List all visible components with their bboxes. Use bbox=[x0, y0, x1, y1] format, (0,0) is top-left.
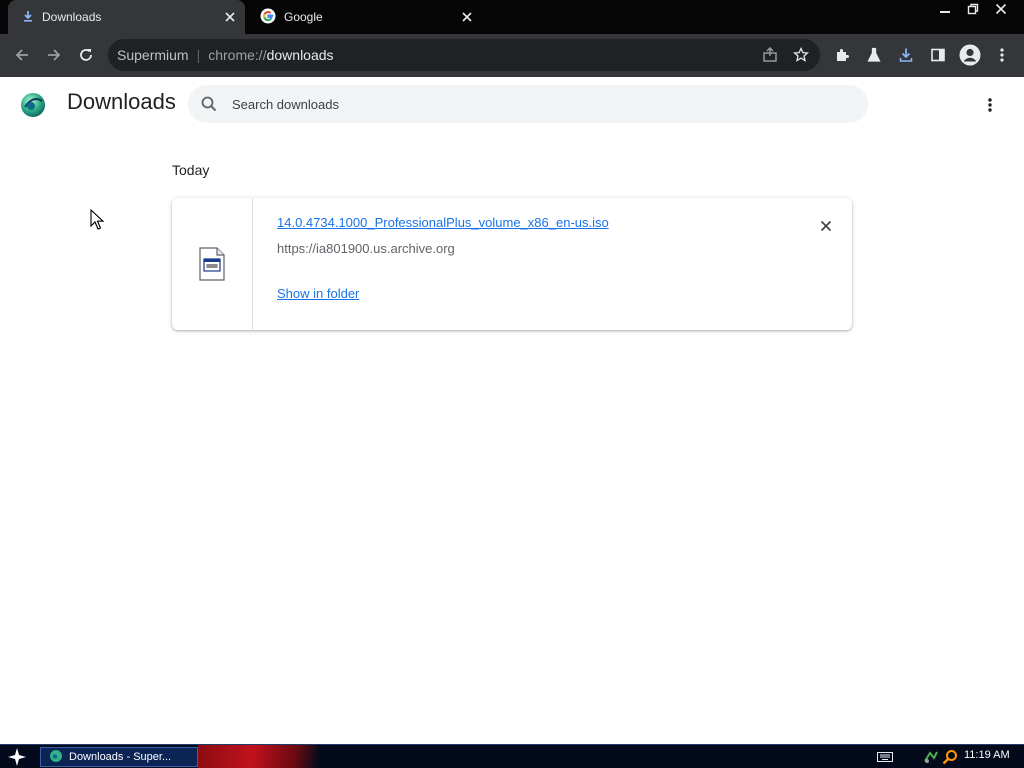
downloads-page: Downloads Today 14.0.4734.1000_Professio… bbox=[0, 77, 1024, 744]
keyboard-icon[interactable] bbox=[876, 748, 894, 766]
file-icon bbox=[198, 247, 226, 281]
window-controls bbox=[934, 0, 1012, 18]
labs-flask-icon[interactable] bbox=[861, 42, 887, 68]
show-in-folder-link[interactable]: Show in folder bbox=[277, 286, 359, 301]
downloaded-file-link[interactable]: 14.0.4734.1000_ProfessionalPlus_volume_x… bbox=[277, 215, 609, 230]
bookmark-star-icon[interactable] bbox=[789, 43, 813, 67]
mouse-cursor-icon bbox=[90, 208, 105, 231]
taskbar: Downloads - Super... 11:19 AM bbox=[0, 744, 1024, 768]
search-tray-icon[interactable] bbox=[941, 748, 959, 766]
profile-avatar-icon[interactable] bbox=[957, 42, 983, 68]
file-icon-column bbox=[172, 198, 253, 330]
taskbar-decoration bbox=[198, 745, 318, 768]
taskbar-clock: 11:19 AM bbox=[964, 749, 1010, 761]
taskbar-item-label: Downloads - Super... bbox=[69, 751, 172, 763]
omnibox-host: downloads bbox=[266, 47, 334, 63]
extensions-icon[interactable] bbox=[829, 42, 855, 68]
toolbar-download-icon[interactable] bbox=[893, 42, 919, 68]
share-icon[interactable] bbox=[758, 43, 782, 67]
close-window-icon[interactable] bbox=[990, 0, 1012, 18]
supermium-logo-icon bbox=[19, 91, 47, 119]
omnibox-scheme: chrome:// bbox=[208, 47, 267, 63]
address-bar[interactable]: Supermium | chrome:// downloads bbox=[108, 39, 820, 71]
browser-toolbar: Supermium | chrome:// downloads bbox=[0, 34, 1024, 77]
page-title: Downloads bbox=[67, 89, 176, 114]
reload-button[interactable] bbox=[71, 40, 101, 70]
more-actions-icon[interactable] bbox=[978, 93, 1002, 117]
date-header: Today bbox=[172, 162, 210, 178]
remove-download-icon[interactable] bbox=[814, 214, 838, 238]
download-item-card: 14.0.4734.1000_ProfessionalPlus_volume_x… bbox=[172, 198, 852, 330]
search-bar bbox=[188, 85, 868, 123]
minimize-icon[interactable] bbox=[934, 0, 956, 18]
back-button[interactable] bbox=[7, 40, 37, 70]
tab-google[interactable]: Google bbox=[252, 0, 482, 34]
tab-title: Downloads bbox=[42, 10, 102, 24]
tab-downloads[interactable]: Downloads bbox=[8, 0, 245, 34]
supermium-taskbar-icon bbox=[49, 749, 63, 766]
tab-close-icon[interactable] bbox=[219, 6, 241, 28]
tab-close-icon[interactable] bbox=[456, 6, 478, 28]
omnibox-chip[interactable]: Supermium bbox=[117, 47, 189, 63]
tab-strip: Downloads Google bbox=[0, 0, 1024, 34]
side-panel-icon[interactable] bbox=[925, 42, 951, 68]
tab-title: Google bbox=[284, 10, 323, 24]
download-source-url: https://ia801900.us.archive.org bbox=[277, 241, 455, 256]
restore-icon[interactable] bbox=[962, 0, 984, 18]
download-icon bbox=[22, 10, 34, 25]
taskbar-item-downloads[interactable]: Downloads - Super... bbox=[40, 747, 198, 767]
start-button[interactable] bbox=[4, 746, 30, 768]
forward-button[interactable] bbox=[39, 40, 69, 70]
google-icon bbox=[260, 8, 276, 27]
search-icon bbox=[200, 95, 218, 113]
browser-menu-icon[interactable] bbox=[989, 42, 1015, 68]
search-input[interactable] bbox=[232, 92, 832, 116]
network-icon[interactable] bbox=[922, 748, 940, 766]
omnibox-separator: | bbox=[196, 47, 201, 63]
